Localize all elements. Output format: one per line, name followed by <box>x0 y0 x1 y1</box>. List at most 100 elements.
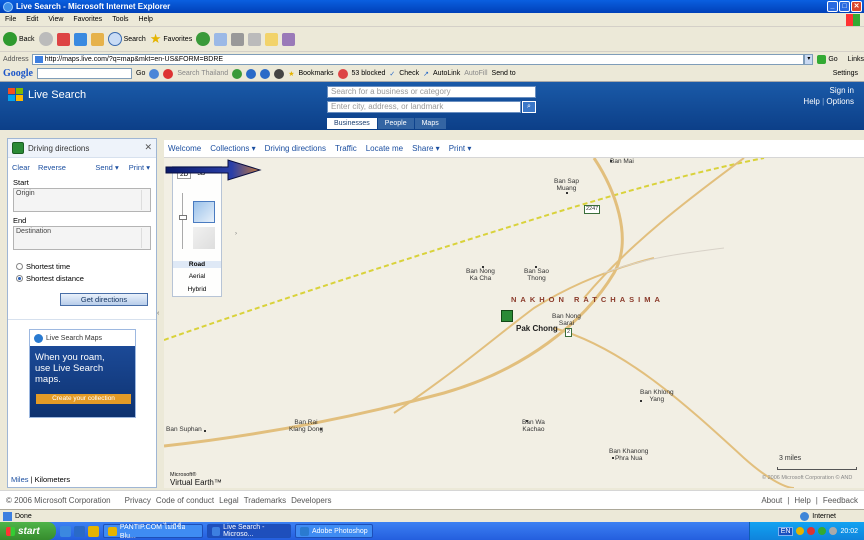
forward-button[interactable] <box>38 32 53 46</box>
send-to-button[interactable]: Send to <box>492 70 516 77</box>
address-input[interactable]: http://maps.live.com/?q=map&mkt=en-US&FO… <box>31 53 805 65</box>
show-desktop-icon[interactable] <box>60 525 71 537</box>
start-button[interactable]: start <box>0 522 56 540</box>
nav-locate-me[interactable]: Locate me <box>366 144 403 153</box>
google-news-icon[interactable] <box>149 68 160 79</box>
end-input[interactable]: Destination <box>13 226 151 250</box>
language-indicator[interactable]: EN <box>777 526 794 536</box>
aerial-preview-icon[interactable] <box>193 227 215 249</box>
popup-blocked-count[interactable]: 53 blocked <box>352 70 386 77</box>
stop-icon[interactable] <box>56 32 70 46</box>
tray-icon-1[interactable] <box>796 527 805 535</box>
google-settings-button[interactable]: Settings <box>833 70 858 77</box>
refresh-icon[interactable] <box>73 32 87 46</box>
autofill-button[interactable]: AutoFill <box>464 70 487 77</box>
road-preview-icon[interactable] <box>193 201 215 223</box>
go-button[interactable]: Go <box>817 54 838 64</box>
search-go-button[interactable]: ⌕ <box>522 101 536 113</box>
google-tool-icon[interactable] <box>232 68 243 79</box>
footer-help[interactable]: Help <box>794 496 810 505</box>
business-search-input[interactable]: Search for a business or category <box>327 86 536 98</box>
search-button[interactable]: Search <box>107 32 146 46</box>
send-menu[interactable]: Send ▾ <box>95 163 118 172</box>
research-icon[interactable] <box>282 32 296 46</box>
maximize-button[interactable]: □ <box>839 1 850 12</box>
google-sites-icon[interactable] <box>246 68 257 79</box>
check-button[interactable]: Check <box>399 70 419 77</box>
menu-help[interactable]: Help <box>134 16 158 23</box>
footer-legal[interactable]: Legal <box>219 496 239 505</box>
footer-trademarks[interactable]: Trademarks <box>244 496 286 505</box>
mail-icon[interactable] <box>214 32 228 46</box>
zoom-slider-knob[interactable] <box>179 215 187 220</box>
mode-aerial-button[interactable]: Aerial <box>173 273 221 280</box>
location-search-input[interactable]: Enter city, address, or landmark <box>327 101 521 113</box>
google-search-input[interactable] <box>37 68 132 79</box>
nav-print[interactable]: Print ▾ <box>449 144 472 153</box>
home-icon[interactable] <box>90 32 104 46</box>
edit-icon[interactable] <box>248 32 262 46</box>
radio-shortest-distance[interactable] <box>16 275 23 282</box>
address-dropdown[interactable]: ▾ <box>804 53 814 65</box>
close-button[interactable]: ✕ <box>851 1 862 12</box>
google-pagerank-icon[interactable] <box>274 68 285 79</box>
tray-icon-4[interactable] <box>829 527 838 535</box>
task-photoshop[interactable]: Adobe Photoshop <box>295 524 373 538</box>
live-search-logo[interactable]: Live Search <box>8 88 86 102</box>
zoom-slider[interactable] <box>179 189 187 253</box>
google-globe-icon[interactable] <box>260 68 271 79</box>
task-pantip[interactable]: PANTIP.COM ไม่มีชื่อ Blu... <box>103 524 203 540</box>
radio-shortest-time[interactable] <box>16 263 23 270</box>
google-images-icon[interactable] <box>163 68 174 79</box>
reverse-link[interactable]: Reverse <box>38 163 66 172</box>
help-link[interactable]: Help <box>803 97 819 106</box>
promo-button[interactable]: Create your collection <box>36 394 131 404</box>
footer-developers[interactable]: Developers <box>291 496 331 505</box>
footer-feedback[interactable]: Feedback <box>823 496 858 505</box>
start-scrollbar[interactable] <box>141 190 149 210</box>
google-go-button[interactable]: Go <box>136 70 145 77</box>
favorites-button[interactable]: ★ Favorites <box>150 31 192 47</box>
tab-maps[interactable]: Maps <box>414 118 446 129</box>
nav-share[interactable]: Share ▾ <box>412 144 440 153</box>
task-live-search[interactable]: Live Search - Microso... <box>207 524 291 538</box>
shortest-time-option[interactable]: Shortest time <box>8 250 156 271</box>
minimize-button[interactable]: _ <box>827 1 838 12</box>
menu-favorites[interactable]: Favorites <box>68 16 107 23</box>
map-canvas[interactable]: 2D 3D Road Aerial Hybrid › Ban Mai Ban S… <box>164 158 864 488</box>
driving-directions-pin-icon[interactable] <box>501 310 513 322</box>
autolink-button[interactable]: AutoLink <box>433 70 460 77</box>
clear-link[interactable]: Clear <box>12 163 30 172</box>
links-button[interactable]: Links <box>848 56 864 63</box>
nav-collections[interactable]: Collections ▾ <box>210 144 255 153</box>
mode-hybrid-button[interactable]: Hybrid <box>173 286 221 293</box>
menu-file[interactable]: File <box>0 16 21 23</box>
nav-welcome[interactable]: Welcome <box>168 144 201 153</box>
tray-icon-2[interactable] <box>807 527 816 535</box>
quick-ie-icon[interactable] <box>74 525 85 537</box>
promo-banner[interactable]: Live Search Maps When you roam, use Live… <box>29 329 136 418</box>
end-scrollbar[interactable] <box>141 228 149 248</box>
footer-privacy[interactable]: Privacy <box>125 496 151 505</box>
collapse-pane-icon[interactable]: ‹ <box>157 310 159 317</box>
sign-in-link[interactable]: Sign in <box>803 85 854 96</box>
history-icon[interactable] <box>196 32 211 46</box>
menu-view[interactable]: View <box>43 16 68 23</box>
shortest-distance-option[interactable]: Shortest distance <box>8 271 156 283</box>
bookmarks-button[interactable]: Bookmarks <box>298 70 333 77</box>
folder-icon[interactable] <box>265 32 279 46</box>
nav-driving-directions[interactable]: Driving directions <box>265 144 326 153</box>
close-icon[interactable]: ✕ <box>144 142 152 153</box>
menu-tools[interactable]: Tools <box>107 16 133 23</box>
expand-panel-icon[interactable]: › <box>235 231 237 237</box>
kilometers-label[interactable]: Kilometers <box>35 475 70 484</box>
tab-businesses[interactable]: Businesses <box>327 118 377 129</box>
start-input[interactable]: Origin <box>13 188 151 212</box>
tab-people[interactable]: People <box>377 118 414 129</box>
options-link[interactable]: Options <box>826 97 854 106</box>
print-icon[interactable] <box>231 32 245 46</box>
mode-road-button[interactable]: Road <box>173 261 221 268</box>
miles-link[interactable]: Miles <box>11 475 29 484</box>
back-button[interactable]: Back <box>3 32 35 46</box>
footer-about[interactable]: About <box>761 496 782 505</box>
